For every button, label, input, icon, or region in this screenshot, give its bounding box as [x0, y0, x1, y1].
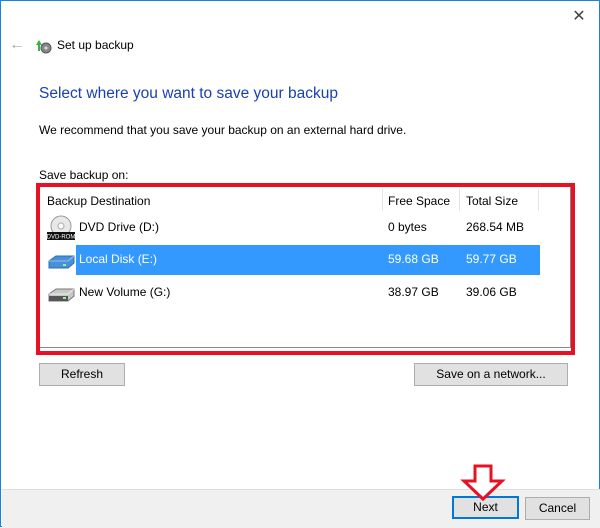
column-header-destination[interactable]: Backup Destination	[47, 191, 150, 211]
refresh-button[interactable]: Refresh	[39, 363, 125, 386]
total-size: 268.54 MB	[466, 220, 525, 234]
table-row[interactable]: New Volume (G:) 38.97 GB 39.06 GB	[42, 278, 540, 308]
destination-name: Local Disk (E:)	[79, 252, 158, 266]
free-space: 59.68 GB	[388, 252, 439, 266]
total-size: 39.06 GB	[466, 285, 517, 299]
close-icon: ✕	[572, 8, 586, 25]
close-button[interactable]: ✕	[569, 7, 589, 27]
svg-text:DVD-ROM: DVD-ROM	[47, 235, 76, 241]
total-size: 59.77 GB	[466, 252, 517, 266]
table-row[interactable]: DVD-ROM DVD Drive (D:) 0 bytes 268.54 MB	[42, 213, 540, 243]
column-header-free-space[interactable]: Free Space	[388, 191, 450, 211]
column-separator[interactable]	[459, 189, 460, 211]
column-header-total-size[interactable]: Total Size	[466, 191, 518, 211]
destination-list[interactable]: Backup Destination Free Space Total Size…	[39, 184, 571, 348]
recommendation-text: We recommend that you save your backup o…	[39, 123, 407, 137]
backup-window: ✕ ← Set up backup Select where you want …	[0, 0, 600, 528]
page-heading: Select where you want to save your backu…	[39, 85, 338, 102]
back-button[interactable]: ←	[9, 36, 25, 54]
free-space: 0 bytes	[388, 220, 427, 234]
dvd-drive-icon: DVD-ROM	[47, 215, 76, 241]
destination-name: DVD Drive (D:)	[79, 220, 159, 234]
destination-name: New Volume (G:)	[79, 285, 171, 299]
free-space: 38.97 GB	[388, 285, 439, 299]
save-backup-label: Save backup on:	[39, 168, 129, 182]
window-title: Set up backup	[57, 38, 134, 52]
column-separator[interactable]	[382, 189, 383, 211]
annotation-down-arrow-icon	[460, 464, 506, 502]
save-on-network-button[interactable]: Save on a network...	[414, 363, 568, 386]
back-arrow-icon: ←	[9, 36, 25, 53]
column-separator[interactable]	[538, 189, 539, 211]
backup-app-icon	[36, 40, 52, 54]
hard-disk-icon	[48, 255, 75, 269]
cancel-button[interactable]: Cancel	[525, 497, 590, 520]
hard-disk-icon	[48, 288, 75, 302]
table-row-selected[interactable]: Local Disk (E:) 59.68 GB 59.77 GB	[42, 245, 540, 275]
